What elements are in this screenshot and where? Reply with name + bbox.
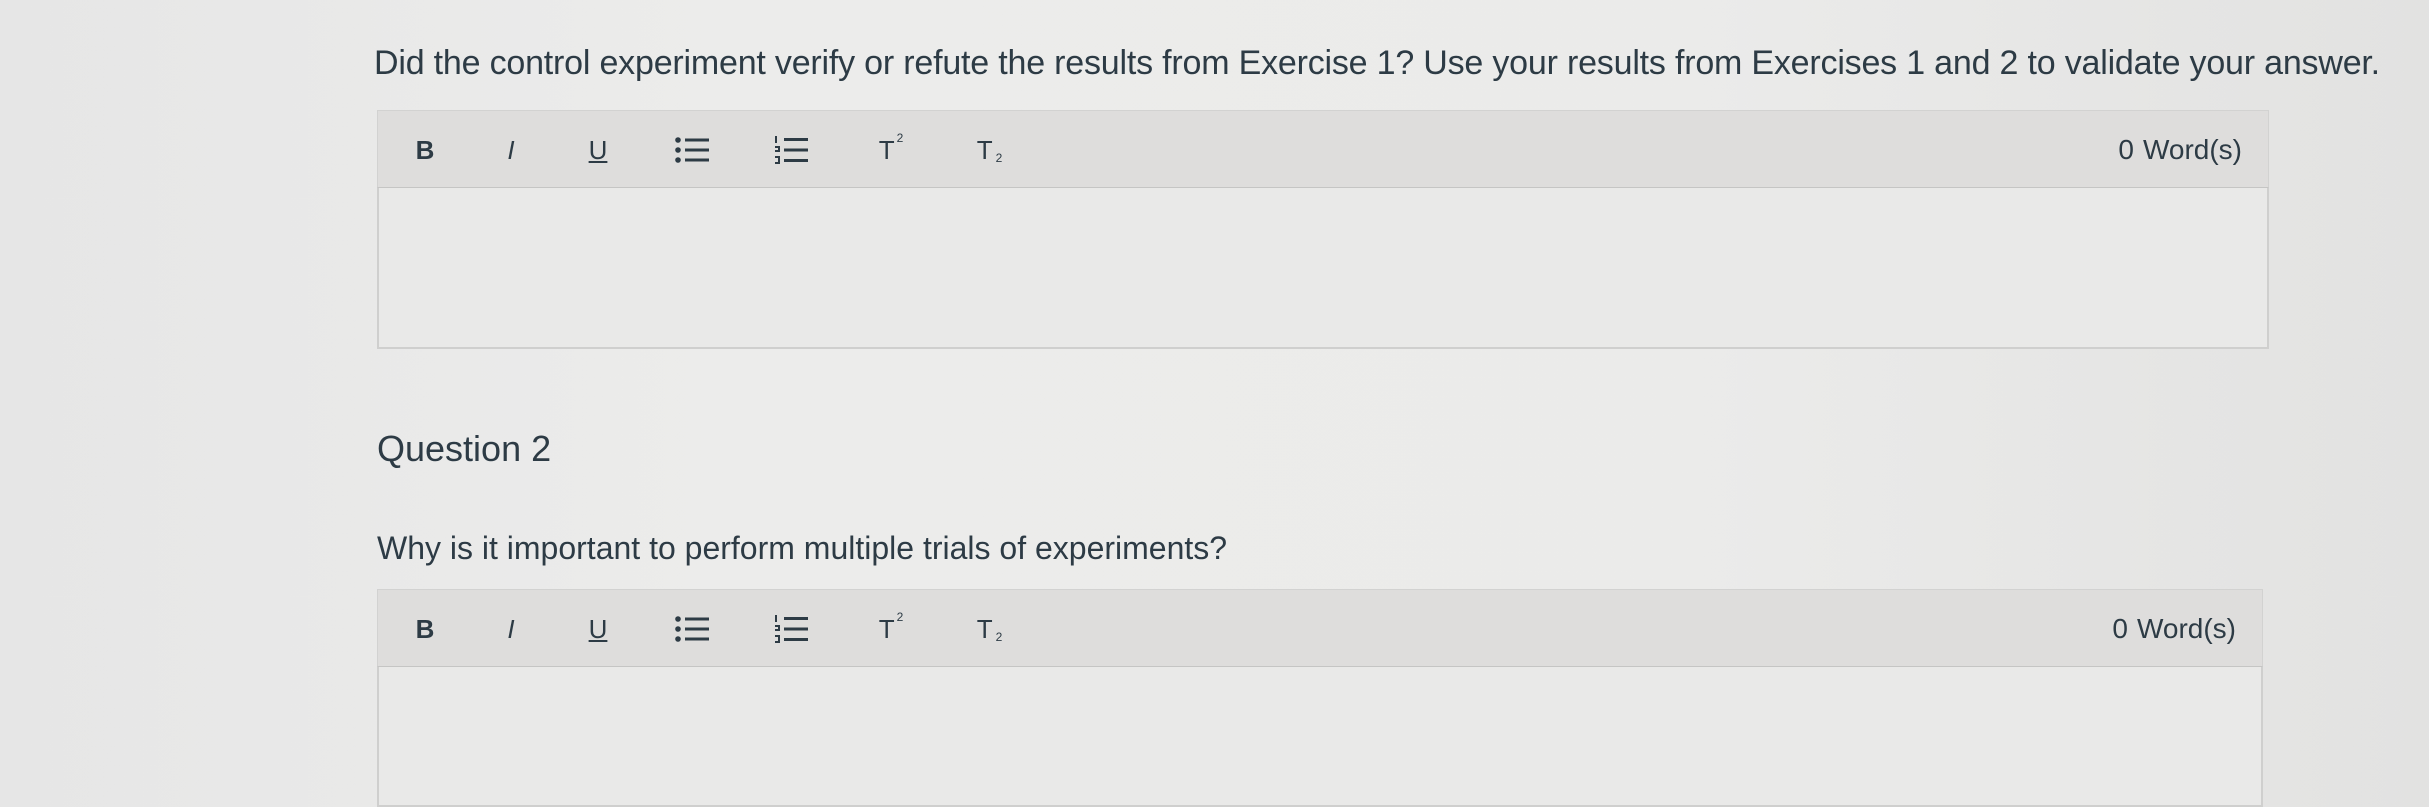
numbered-list-icon (774, 614, 808, 644)
italic-button[interactable]: I (496, 111, 526, 189)
numbered-list-button[interactable] (771, 590, 811, 668)
underline-button[interactable]: U (583, 111, 613, 189)
quiz-page: Did the control experiment verify or ref… (0, 0, 2429, 807)
word-count: 0 Word(s) (2118, 111, 2242, 189)
subscript-button[interactable]: T2 (968, 590, 1008, 668)
superscript-letter: T (878, 134, 895, 165)
superscript-button[interactable]: T2 (870, 111, 910, 189)
question-1-prompt: Did the control experiment verify or ref… (374, 44, 2380, 82)
superscript-button[interactable]: T2 (870, 590, 910, 668)
rich-text-editor-q2: B I U T 2 T 2 0 Word(s) (377, 589, 2263, 807)
bulleted-list-icon (675, 615, 709, 643)
word-count-label: Word(s) (2136, 613, 2236, 644)
superscript-letter: T (878, 613, 895, 644)
subscript-letter: T (976, 613, 993, 644)
subscript-mark: 2 (995, 630, 1003, 644)
word-count: 0 Word(s) (2112, 590, 2236, 668)
answer-textarea-q2[interactable] (377, 667, 2263, 807)
superscript-mark: 2 (896, 610, 904, 624)
subscript-letter: T (976, 134, 993, 165)
bold-button[interactable]: B (410, 590, 440, 668)
numbered-list-button[interactable] (771, 111, 811, 189)
italic-button[interactable]: I (496, 590, 526, 668)
bulleted-list-icon (675, 136, 709, 164)
numbered-list-icon (774, 135, 808, 165)
bold-button[interactable]: B (410, 111, 440, 189)
subscript-mark: 2 (995, 151, 1003, 165)
word-count-value: 0 (2118, 134, 2134, 165)
rich-text-editor-q1: B I U T 2 T 2 0 Word(s) (377, 110, 2269, 349)
question-2-heading: Question 2 (377, 428, 552, 469)
underline-button[interactable]: U (583, 590, 613, 668)
word-count-label: Word(s) (2142, 134, 2242, 165)
superscript-mark: 2 (896, 131, 904, 145)
editor-toolbar: B I U T 2 T 2 0 Word(s) (377, 110, 2269, 188)
answer-textarea-q1[interactable] (377, 188, 2269, 349)
word-count-value: 0 (2112, 613, 2128, 644)
subscript-button[interactable]: T2 (968, 111, 1008, 189)
question-2-prompt: Why is it important to perform multiple … (377, 530, 1228, 566)
bulleted-list-button[interactable] (672, 111, 712, 189)
editor-toolbar: B I U T 2 T 2 0 Word(s) (377, 589, 2263, 667)
bulleted-list-button[interactable] (672, 590, 712, 668)
